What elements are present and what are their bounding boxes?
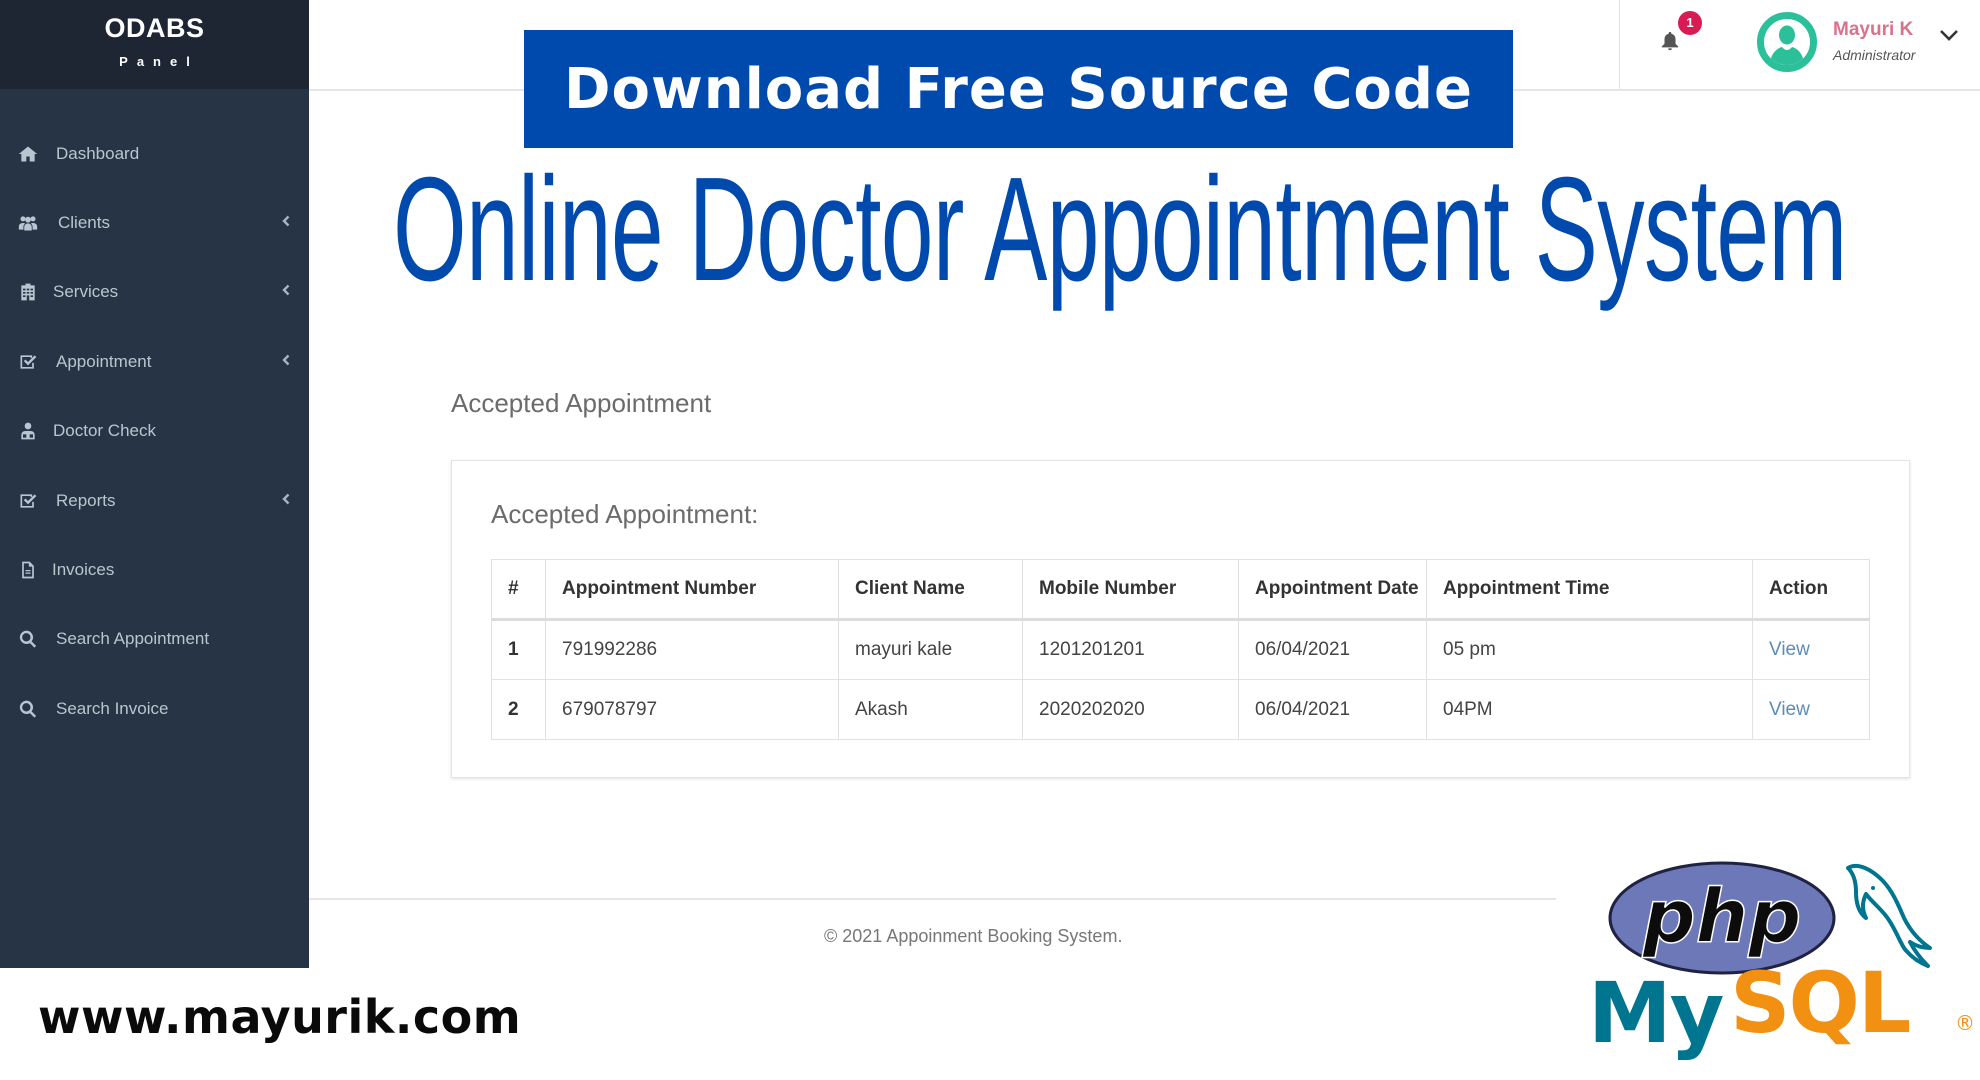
sidebar: ODABS Panel Dashboard Clients Services A…	[0, 0, 309, 968]
table-row: 2 679078797 Akash 2020202020 06/04/2021 …	[491, 679, 1870, 740]
action-cell: View	[1752, 619, 1870, 680]
sidebar-item-label: Reports	[56, 490, 116, 510]
table-header-row: # Appointment Number Client Name Mobile …	[491, 559, 1870, 621]
row-index: 2	[491, 679, 546, 740]
php-logo-text: php	[1642, 874, 1802, 960]
column-header-index: #	[491, 559, 546, 621]
sidebar-item-services[interactable]: Services	[0, 258, 309, 327]
sidebar-item-invoices[interactable]: Invoices	[0, 535, 309, 604]
card-title: Accepted Appointment:	[491, 499, 759, 529]
sidebar-item-label: Search Invoice	[56, 698, 169, 718]
appointment-date: 06/04/2021	[1238, 679, 1427, 740]
home-icon	[17, 143, 39, 165]
sidebar-item-label: Search Appointment	[56, 629, 210, 649]
chevron-left-icon	[281, 492, 291, 510]
mysql-logo-text: My SQL ®	[1588, 954, 1975, 1062]
table-row: 1 791992286 mayuri kale 1201201201 06/04…	[491, 619, 1870, 680]
view-link[interactable]: View	[1769, 639, 1810, 660]
sidebar-item-label: Doctor Check	[53, 421, 156, 441]
building-icon	[17, 281, 39, 303]
download-banner[interactable]: Download Free Source Code	[524, 30, 1513, 148]
sidebar-item-doctor-check[interactable]: Doctor Check	[0, 397, 309, 466]
appointment-time: 05 pm	[1426, 619, 1753, 680]
chevron-left-icon	[281, 353, 291, 371]
row-index: 1	[491, 619, 546, 680]
action-cell: View	[1752, 679, 1870, 740]
notification-badge: 1	[1678, 11, 1702, 35]
chevron-down-icon	[1940, 30, 1958, 41]
search-icon	[17, 698, 39, 720]
chevron-left-icon	[281, 283, 291, 301]
footer-divider	[309, 898, 1556, 900]
accepted-appointments-card: Accepted Appointment: # Appointment Numb…	[451, 460, 1910, 778]
sidebar-item-label: Dashboard	[56, 143, 140, 163]
doctor-icon	[17, 420, 39, 442]
svg-text:SQL: SQL	[1730, 954, 1910, 1052]
sidebar-item-label: Clients	[58, 213, 110, 233]
svg-text:My: My	[1588, 964, 1724, 1062]
site-url: www.mayurik.com	[38, 990, 522, 1044]
appointment-number: 791992286	[545, 619, 839, 680]
mobile-number: 2020202020	[1022, 679, 1239, 740]
sidebar-nav: Dashboard Clients Services Appointment D…	[0, 119, 309, 744]
page-title: Accepted Appointment	[451, 388, 712, 418]
column-header-appointment-number: Appointment Number	[545, 559, 839, 621]
column-header-mobile-number: Mobile Number	[1022, 559, 1239, 621]
client-name: mayuri kale	[838, 619, 1023, 680]
brand-name: ODABS	[104, 13, 205, 43]
user-menu-toggle[interactable]	[1938, 27, 1962, 43]
appointment-number: 679078797	[545, 679, 839, 740]
column-header-action: Action	[1752, 559, 1870, 621]
svg-text:®: ®	[1955, 1011, 1975, 1035]
appointment-time: 04PM	[1426, 679, 1753, 740]
users-icon	[17, 212, 39, 234]
column-header-appointment-date: Appointment Date	[1238, 559, 1427, 621]
column-header-appointment-time: Appointment Time	[1426, 559, 1753, 621]
search-icon	[17, 628, 39, 650]
sidebar-item-dashboard[interactable]: Dashboard	[0, 119, 309, 188]
chevron-left-icon	[281, 214, 291, 232]
file-icon	[17, 559, 39, 581]
sidebar-item-label: Appointment	[56, 351, 152, 371]
user-avatar[interactable]	[1757, 12, 1817, 72]
promo-title: Online Doctor Appointment System	[393, 147, 1847, 312]
notifications-button[interactable]	[1659, 30, 1681, 52]
bell-icon	[1659, 31, 1681, 56]
sidebar-item-reports[interactable]: Reports	[0, 466, 309, 535]
sidebar-item-label: Invoices	[52, 560, 115, 580]
check-square-icon	[17, 351, 39, 373]
user-silhouette-icon	[1770, 25, 1804, 65]
column-header-client-name: Client Name	[838, 559, 1023, 621]
header-divider	[1619, 0, 1620, 89]
check-square-icon	[17, 490, 39, 512]
footer-copyright: © 2021 Appoinment Booking System.	[824, 926, 1123, 946]
view-link[interactable]: View	[1769, 699, 1810, 720]
sidebar-item-search-appointment[interactable]: Search Appointment	[0, 605, 309, 674]
php-mysql-logo: php My SQL ®	[1588, 861, 1975, 1062]
sidebar-item-clients[interactable]: Clients	[0, 188, 309, 257]
sidebar-item-label: Services	[53, 282, 119, 302]
appointment-date: 06/04/2021	[1238, 619, 1427, 680]
brand-logo[interactable]: ODABS Panel	[0, 0, 309, 89]
brand-subtitle: Panel	[119, 54, 199, 69]
appointments-table: # Appointment Number Client Name Mobile …	[491, 559, 1870, 740]
user-role: Administrator	[1833, 47, 1916, 63]
client-name: Akash	[838, 679, 1023, 740]
mobile-number: 1201201201	[1022, 619, 1239, 680]
download-banner-text: Download Free Source Code	[564, 56, 1473, 122]
mysql-dolphin-icon	[1846, 863, 1932, 968]
sidebar-item-search-invoice[interactable]: Search Invoice	[0, 674, 309, 743]
user-name[interactable]: Mayuri K	[1833, 19, 1913, 41]
sidebar-item-appointment[interactable]: Appointment	[0, 327, 309, 396]
